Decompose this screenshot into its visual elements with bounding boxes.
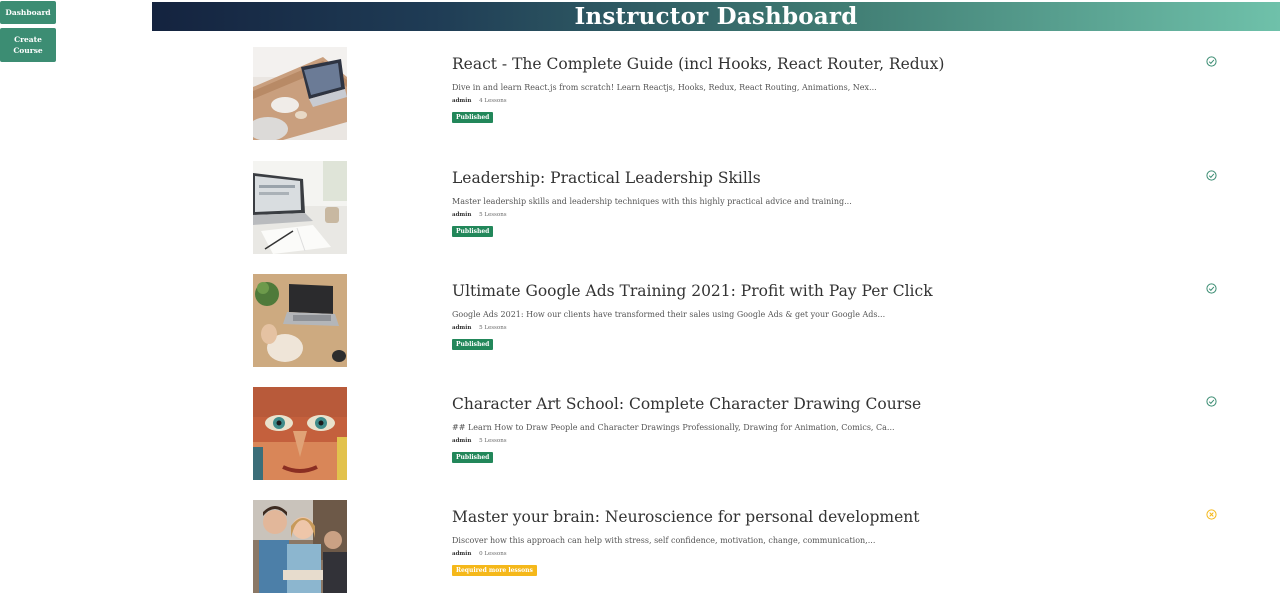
course-description: Discover how this approach can help with… <box>452 536 876 545</box>
course-title[interactable]: Character Art School: Complete Character… <box>452 395 1152 414</box>
course-lessons: 0 Lessons <box>479 551 507 557</box>
course-meta: admin 0 Lessons <box>452 551 1152 557</box>
course-item: Master your brain: Neuroscience for pers… <box>253 500 1253 593</box>
create-course-button[interactable]: Create Course <box>0 28 56 62</box>
course-meta: admin 4 Lessons <box>452 98 1152 104</box>
x-circle-icon <box>1206 509 1217 520</box>
course-meta: admin 5 Lessons <box>452 438 1152 444</box>
course-title[interactable]: React - The Complete Guide (incl Hooks, … <box>452 55 1152 74</box>
course-title[interactable]: Master your brain: Neuroscience for pers… <box>452 508 1152 527</box>
course-lessons: 5 Lessons <box>479 325 507 331</box>
course-lessons: 4 Lessons <box>479 98 507 104</box>
course-description: Google Ads 2021: How our clients have tr… <box>452 310 886 319</box>
course-title[interactable]: Leadership: Practical Leadership Skills <box>452 169 1152 188</box>
status-badge: Published <box>452 226 494 237</box>
status-badge: Published <box>452 339 494 350</box>
course-thumbnail[interactable] <box>253 274 347 367</box>
page-header: Instructor Dashboard <box>152 2 1280 31</box>
check-circle-icon <box>1206 56 1217 67</box>
status-badge: Published <box>452 112 494 123</box>
course-thumbnail[interactable] <box>253 500 347 593</box>
course-title[interactable]: Ultimate Google Ads Training 2021: Profi… <box>452 282 1152 301</box>
dashboard-button[interactable]: Dashboard <box>0 1 56 24</box>
course-thumbnail[interactable] <box>253 161 347 254</box>
course-item: React - The Complete Guide (incl Hooks, … <box>253 47 1253 140</box>
course-description: ## Learn How to Draw People and Characte… <box>452 423 895 432</box>
course-meta: admin 5 Lessons <box>452 325 1152 331</box>
course-author: admin <box>452 98 472 104</box>
course-description: Master leadership skills and leadership … <box>452 197 852 206</box>
check-circle-icon <box>1206 283 1217 294</box>
course-meta: admin 5 Lessons <box>452 212 1152 218</box>
create-course-button-label: Create Course <box>13 34 42 56</box>
course-item: Ultimate Google Ads Training 2021: Profi… <box>253 274 1253 367</box>
check-circle-icon <box>1206 170 1217 181</box>
check-circle-icon <box>1206 396 1217 407</box>
course-item: Leadership: Practical Leadership Skills … <box>253 161 1253 254</box>
create-label-line2: Course <box>13 46 43 55</box>
create-label-line1: Create <box>14 35 42 44</box>
course-thumbnail[interactable] <box>253 47 347 140</box>
course-lessons: 5 Lessons <box>479 438 507 444</box>
course-thumbnail[interactable] <box>253 387 347 480</box>
dashboard-button-label: Dashboard <box>5 8 51 17</box>
status-badge: Required more lessons <box>452 565 537 576</box>
course-lessons: 5 Lessons <box>479 212 507 218</box>
course-author: admin <box>452 212 472 218</box>
status-badge: Published <box>452 452 494 463</box>
page-title: Instructor Dashboard <box>574 3 858 30</box>
course-author: admin <box>452 438 472 444</box>
course-item: Character Art School: Complete Character… <box>253 387 1253 480</box>
course-author: admin <box>452 325 472 331</box>
course-description: Dive in and learn React.js from scratch!… <box>452 83 877 92</box>
course-author: admin <box>452 551 472 557</box>
